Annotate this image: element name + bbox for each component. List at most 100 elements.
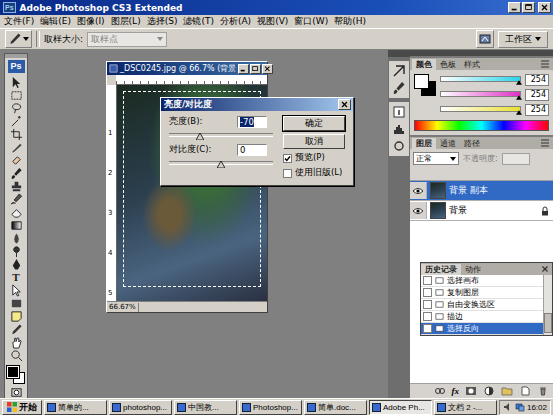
info-icon[interactable]: [392, 105, 406, 119]
stamp-tool-icon[interactable]: [10, 180, 23, 193]
menu-item[interactable]: 帮助(H): [331, 15, 369, 28]
magic-wand-tool-icon[interactable]: [10, 115, 23, 128]
checkbox-icon[interactable]: [283, 154, 292, 163]
history-item[interactable]: 选择画布: [421, 275, 543, 287]
foreground-swatch[interactable]: [414, 74, 429, 89]
hand-tool-icon[interactable]: [10, 336, 23, 349]
clone-source-icon[interactable]: [392, 139, 406, 153]
menu-item[interactable]: 选择(S): [144, 15, 181, 28]
menu-item[interactable]: 窗口(W): [291, 15, 331, 28]
history-item[interactable]: 描边: [421, 311, 543, 323]
taskbar-button[interactable]: 中国教...: [174, 400, 237, 415]
field-input[interactable]: -70: [237, 116, 267, 128]
path-select-tool-icon[interactable]: [10, 284, 23, 297]
crop-tool-icon[interactable]: [10, 128, 23, 141]
color-value[interactable]: 254: [525, 104, 549, 116]
notes-tool-icon[interactable]: [10, 310, 23, 323]
healing-tool-icon[interactable]: [10, 154, 23, 167]
panel-tab[interactable]: 通道: [436, 138, 460, 149]
menu-item[interactable]: 编辑(E): [37, 15, 74, 28]
history-source-box[interactable]: [423, 288, 432, 297]
trash-icon[interactable]: [537, 386, 549, 396]
workspace-button[interactable]: 工作区: [498, 31, 548, 48]
type-tool-icon[interactable]: T: [10, 271, 23, 284]
menu-item[interactable]: 图层(L): [108, 15, 144, 28]
history-source-box[interactable]: [423, 312, 432, 321]
maximize-icon[interactable]: [250, 64, 261, 74]
menu-item[interactable]: 文件(F): [1, 15, 37, 28]
layer-style-button[interactable]: fx: [452, 386, 460, 396]
quick-mask-icon[interactable]: [10, 386, 23, 398]
panel-tab[interactable]: 色板: [436, 59, 460, 70]
panel-tab[interactable]: 图层: [412, 138, 436, 149]
sample-size-select[interactable]: 取样点: [87, 32, 167, 47]
checkbox-icon[interactable]: [283, 169, 292, 178]
panel-menu-icon[interactable]: [540, 139, 550, 147]
navigator-icon[interactable]: [392, 64, 406, 78]
adjustment-layer-icon[interactable]: [483, 386, 495, 396]
color-spectrum[interactable]: [414, 120, 549, 131]
color-slider[interactable]: [440, 75, 521, 85]
dialog-title-bar[interactable]: 亮度/对比度: [161, 98, 353, 111]
layer-row[interactable]: 背景 副本: [410, 181, 553, 201]
color-slider[interactable]: [440, 105, 521, 115]
new-layer-icon[interactable]: [519, 386, 531, 396]
slider-thumb-icon[interactable]: [217, 161, 225, 168]
field-input[interactable]: 0: [237, 144, 267, 156]
layer-row[interactable]: 背景: [410, 201, 553, 221]
taskbar-button[interactable]: 简单.doc...: [304, 400, 367, 415]
panel-tab[interactable]: 动作: [461, 264, 485, 275]
dodge-tool-icon[interactable]: [10, 245, 23, 258]
slider-thumb-icon[interactable]: [196, 133, 204, 140]
taskbar-button[interactable]: 文档 2 -...: [434, 400, 497, 415]
history-source-box[interactable]: [423, 276, 432, 285]
blend-mode-select[interactable]: 正常: [413, 152, 459, 165]
brush-tool-icon[interactable]: [10, 167, 23, 180]
color-panel-swatches[interactable]: [414, 74, 436, 96]
maximize-icon[interactable]: [522, 2, 535, 13]
blur-tool-icon[interactable]: [10, 232, 23, 245]
toolbox-logo[interactable]: Ps: [8, 60, 25, 73]
minimize-icon[interactable]: [238, 64, 249, 74]
eraser-tool-icon[interactable]: [10, 206, 23, 219]
foreground-color-swatch[interactable]: [7, 366, 19, 378]
menu-item[interactable]: 图像(I): [74, 15, 108, 28]
document-title-bar[interactable]: _DSC0245.jpg @ 66.7% (背景: [107, 62, 267, 75]
taskbar-button[interactable]: 简单的...: [44, 400, 107, 415]
histogram-icon[interactable]: [392, 122, 406, 136]
close-icon[interactable]: [538, 2, 551, 13]
color-swatches[interactable]: [7, 366, 25, 384]
color-value[interactable]: 254: [525, 74, 549, 86]
history-brush-tool-icon[interactable]: [10, 193, 23, 206]
slice-tool-icon[interactable]: [10, 141, 23, 154]
taskbar-button[interactable]: Photoshop...: [239, 400, 302, 415]
slider-thumb-icon[interactable]: [516, 110, 522, 115]
history-item[interactable]: 选择反向: [421, 323, 543, 335]
lasso-tool-icon[interactable]: [10, 102, 23, 115]
gradient-tool-icon[interactable]: [10, 219, 23, 232]
zoom-tool-icon[interactable]: [10, 349, 23, 362]
panel-tab[interactable]: 历史记录: [421, 264, 461, 275]
taskbar-button[interactable]: photoshop...: [109, 400, 172, 415]
taskbar-button[interactable]: Adobe Ph...: [369, 400, 432, 415]
slider-thumb-icon[interactable]: [516, 95, 522, 100]
tool-preset-button[interactable]: [5, 30, 32, 48]
history-source-box[interactable]: [423, 300, 432, 309]
menu-item[interactable]: 分析(A): [217, 15, 254, 28]
panel-tab[interactable]: 颜色: [412, 59, 436, 70]
visibility-toggle[interactable]: [410, 202, 427, 219]
panel-tab[interactable]: 路径: [460, 138, 484, 149]
history-item[interactable]: 复制图层: [421, 287, 543, 299]
history-source-box[interactable]: [423, 324, 432, 333]
color-slider[interactable]: [440, 90, 521, 100]
panel-tab[interactable]: 样式: [460, 59, 484, 70]
close-icon[interactable]: [541, 265, 549, 273]
eyedropper-tool-icon[interactable]: [10, 323, 23, 336]
pen-tool-icon[interactable]: [10, 258, 23, 271]
opacity-input[interactable]: [502, 153, 530, 165]
adjustment-slider[interactable]: [169, 159, 273, 168]
marquee-tool-icon[interactable]: [10, 89, 23, 102]
toolbox-grip[interactable]: [5, 54, 27, 58]
brushes-icon[interactable]: [392, 81, 406, 95]
slider-thumb-icon[interactable]: [516, 80, 522, 85]
